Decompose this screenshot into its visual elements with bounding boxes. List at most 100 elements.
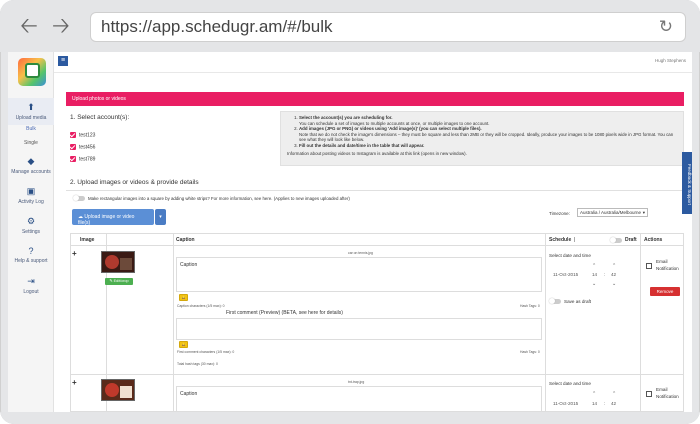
checkbox-checked[interactable] (70, 132, 76, 138)
select-accounts-heading: 1. Select account(s): (70, 114, 130, 121)
forward-arrow-icon[interactable]: 🡢 (52, 15, 70, 37)
browser-bottom-bezel (0, 412, 700, 424)
sidebar-item-logout[interactable]: ⇥ Logout (8, 276, 54, 295)
sidebar-item-activity-log[interactable]: ▣ Activity Log (8, 186, 54, 205)
help-icon: ? (28, 246, 34, 256)
instruction-title: Select the account(s) you are scheduling… (299, 115, 393, 120)
sidebar-item-label: Help & support (14, 258, 48, 264)
upload-files-button[interactable]: ☁ Upload image or video file(s) (72, 209, 154, 226)
section-divider (66, 190, 684, 191)
sidebar-item-help[interactable]: ? Help & support (8, 246, 54, 264)
sidebar-item-upload-media[interactable]: ⬆ Upload media (8, 98, 54, 125)
checkbox-checked[interactable] (70, 144, 76, 150)
instruction-detail: Note that we do not check the image's di… (299, 131, 674, 143)
table-row-divider (70, 374, 684, 375)
feedback-support-tab[interactable]: Feedback & Support (682, 152, 692, 214)
timezone-select[interactable]: Australia / Australia/Melbourne ▾ (577, 208, 648, 217)
draft-toggle[interactable] (610, 237, 622, 243)
table-header-divider (70, 245, 684, 246)
expand-row-icon[interactable]: + (72, 378, 77, 387)
emoji-picker-icon[interactable]: 😀 (179, 341, 188, 348)
first-comment-textarea[interactable] (176, 318, 542, 340)
expand-row-icon[interactable]: + (72, 249, 77, 258)
comment-hashtag-count: Hash Tags: 0 (520, 350, 540, 354)
minute-input[interactable]: 42 (611, 272, 616, 277)
user-name[interactable]: Hugh Stephens (655, 58, 686, 63)
screen-frame: 🡠 🡢 https://app.schedugr.am/#/bulk ↻ ⬆ U… (0, 0, 700, 424)
instruction-title: Add images (JPG or PNG) or videos using … (299, 126, 482, 132)
hour-down-chevron-icon[interactable]: ⌄ (592, 281, 596, 287)
media-thumbnail (101, 379, 135, 401)
account-label: test123 (79, 132, 96, 139)
hour-input[interactable]: 14 (592, 401, 597, 406)
schedugram-logo[interactable] (18, 58, 46, 86)
first-comment-label[interactable]: First comment (Preview) (BETA, see here … (226, 310, 343, 316)
email-notification-label: Email Notification (656, 387, 679, 399)
save-draft-toggle[interactable] (549, 298, 561, 305)
schedule-label: Select date and time (549, 253, 591, 258)
caption-placeholder: Caption (180, 262, 198, 268)
reload-icon[interactable]: ↻ (659, 17, 673, 37)
chevron-down-icon: ▾ (642, 210, 645, 215)
square-option-label: Make rectangular images into a square by… (88, 196, 350, 201)
column-header-actions: Actions (644, 237, 663, 243)
table-column-divider (640, 233, 641, 412)
hour-up-chevron-icon[interactable]: ⌃ (592, 391, 596, 397)
sidebar-item-label: Manage accounts (11, 169, 51, 175)
sidebar-item-label: Activity Log (18, 199, 44, 205)
hour-input[interactable]: 14 (592, 272, 597, 277)
browser-toolbar: 🡠 🡢 https://app.schedugr.am/#/bulk ↻ (0, 0, 700, 52)
email-notification-checkbox[interactable] (646, 263, 652, 269)
minute-up-chevron-icon[interactable]: ⌃ (612, 391, 616, 397)
instruction-title: Fill out the details and date/time in th… (299, 142, 425, 148)
sidebar-item-settings[interactable]: ⚙ Settings (8, 216, 54, 235)
minute-up-chevron-icon[interactable]: ⌃ (612, 263, 616, 269)
column-header-caption: Caption (176, 237, 195, 243)
sidebar-item-manage-accounts[interactable]: ◆ Manage accounts (8, 156, 54, 175)
schedule-label: Select date and time (549, 381, 591, 386)
checkbox-checked[interactable] (70, 156, 76, 162)
hour-up-chevron-icon[interactable]: ⌃ (592, 263, 596, 269)
remove-button[interactable]: Remove (650, 287, 680, 296)
account-option[interactable]: test456 (70, 144, 95, 150)
email-notification-checkbox[interactable] (646, 391, 652, 397)
header-divider (54, 72, 692, 73)
sidebar: ⬆ Upload media Bulk Single ◆ Manage acco… (8, 52, 54, 412)
save-draft-label: Save as draft (564, 299, 592, 304)
emoji-picker-icon[interactable]: 😀 (179, 294, 188, 301)
minute-down-chevron-icon[interactable]: ⌄ (612, 281, 616, 287)
upload-heading: 2. Upload images or videos & provide det… (70, 179, 199, 186)
back-arrow-icon[interactable]: 🡠 (20, 15, 38, 37)
layers-icon: ◆ (27, 156, 35, 166)
upload-dropdown-button[interactable]: ▾ (155, 209, 166, 225)
upload-icon: ⬆ (27, 102, 35, 112)
gear-icon: ⚙ (26, 216, 36, 226)
date-input[interactable]: 11-Oct-2015 (553, 401, 578, 406)
sidebar-item-label: Upload media (15, 115, 47, 121)
instructions-panel: Select the account(s) you are scheduling… (280, 111, 684, 166)
timezone-value: Australia / Australia/Melbourne (580, 210, 642, 215)
video-info-link[interactable]: Information about posting videos to Inst… (287, 151, 677, 157)
caption-character-count: Caption characters (1/5 max): 0 (177, 304, 225, 308)
minute-input[interactable]: 42 (611, 401, 616, 406)
time-separator: : (604, 272, 606, 277)
date-input[interactable]: 11-Oct-2015 (553, 272, 578, 277)
caption-textarea[interactable] (176, 257, 542, 292)
address-bar[interactable]: https://app.schedugr.am/#/bulk ↻ (90, 12, 686, 42)
table-column-divider (173, 233, 174, 412)
square-option-row: Make rectangular images into a square by… (73, 195, 350, 202)
column-header-schedule-separator: | (574, 237, 576, 243)
menu-toggle-button[interactable]: ≡ (58, 56, 68, 66)
account-option[interactable]: test123 (70, 132, 95, 138)
account-label: test789 (79, 156, 96, 163)
edit-crop-button[interactable]: ✎ Edit/crop (105, 278, 133, 285)
caption-hashtag-count: Hash Tags: 0 (520, 304, 540, 308)
sidebar-subitem-single[interactable]: Single (8, 140, 54, 146)
account-option[interactable]: test789 (70, 156, 95, 162)
table-column-divider (545, 233, 546, 412)
app-window: ⬆ Upload media Bulk Single ◆ Manage acco… (8, 52, 692, 412)
caption-textarea[interactable] (176, 386, 542, 412)
square-toggle[interactable] (73, 195, 85, 202)
account-label: test456 (79, 144, 96, 151)
sidebar-subitem-bulk[interactable]: Bulk (8, 126, 54, 132)
